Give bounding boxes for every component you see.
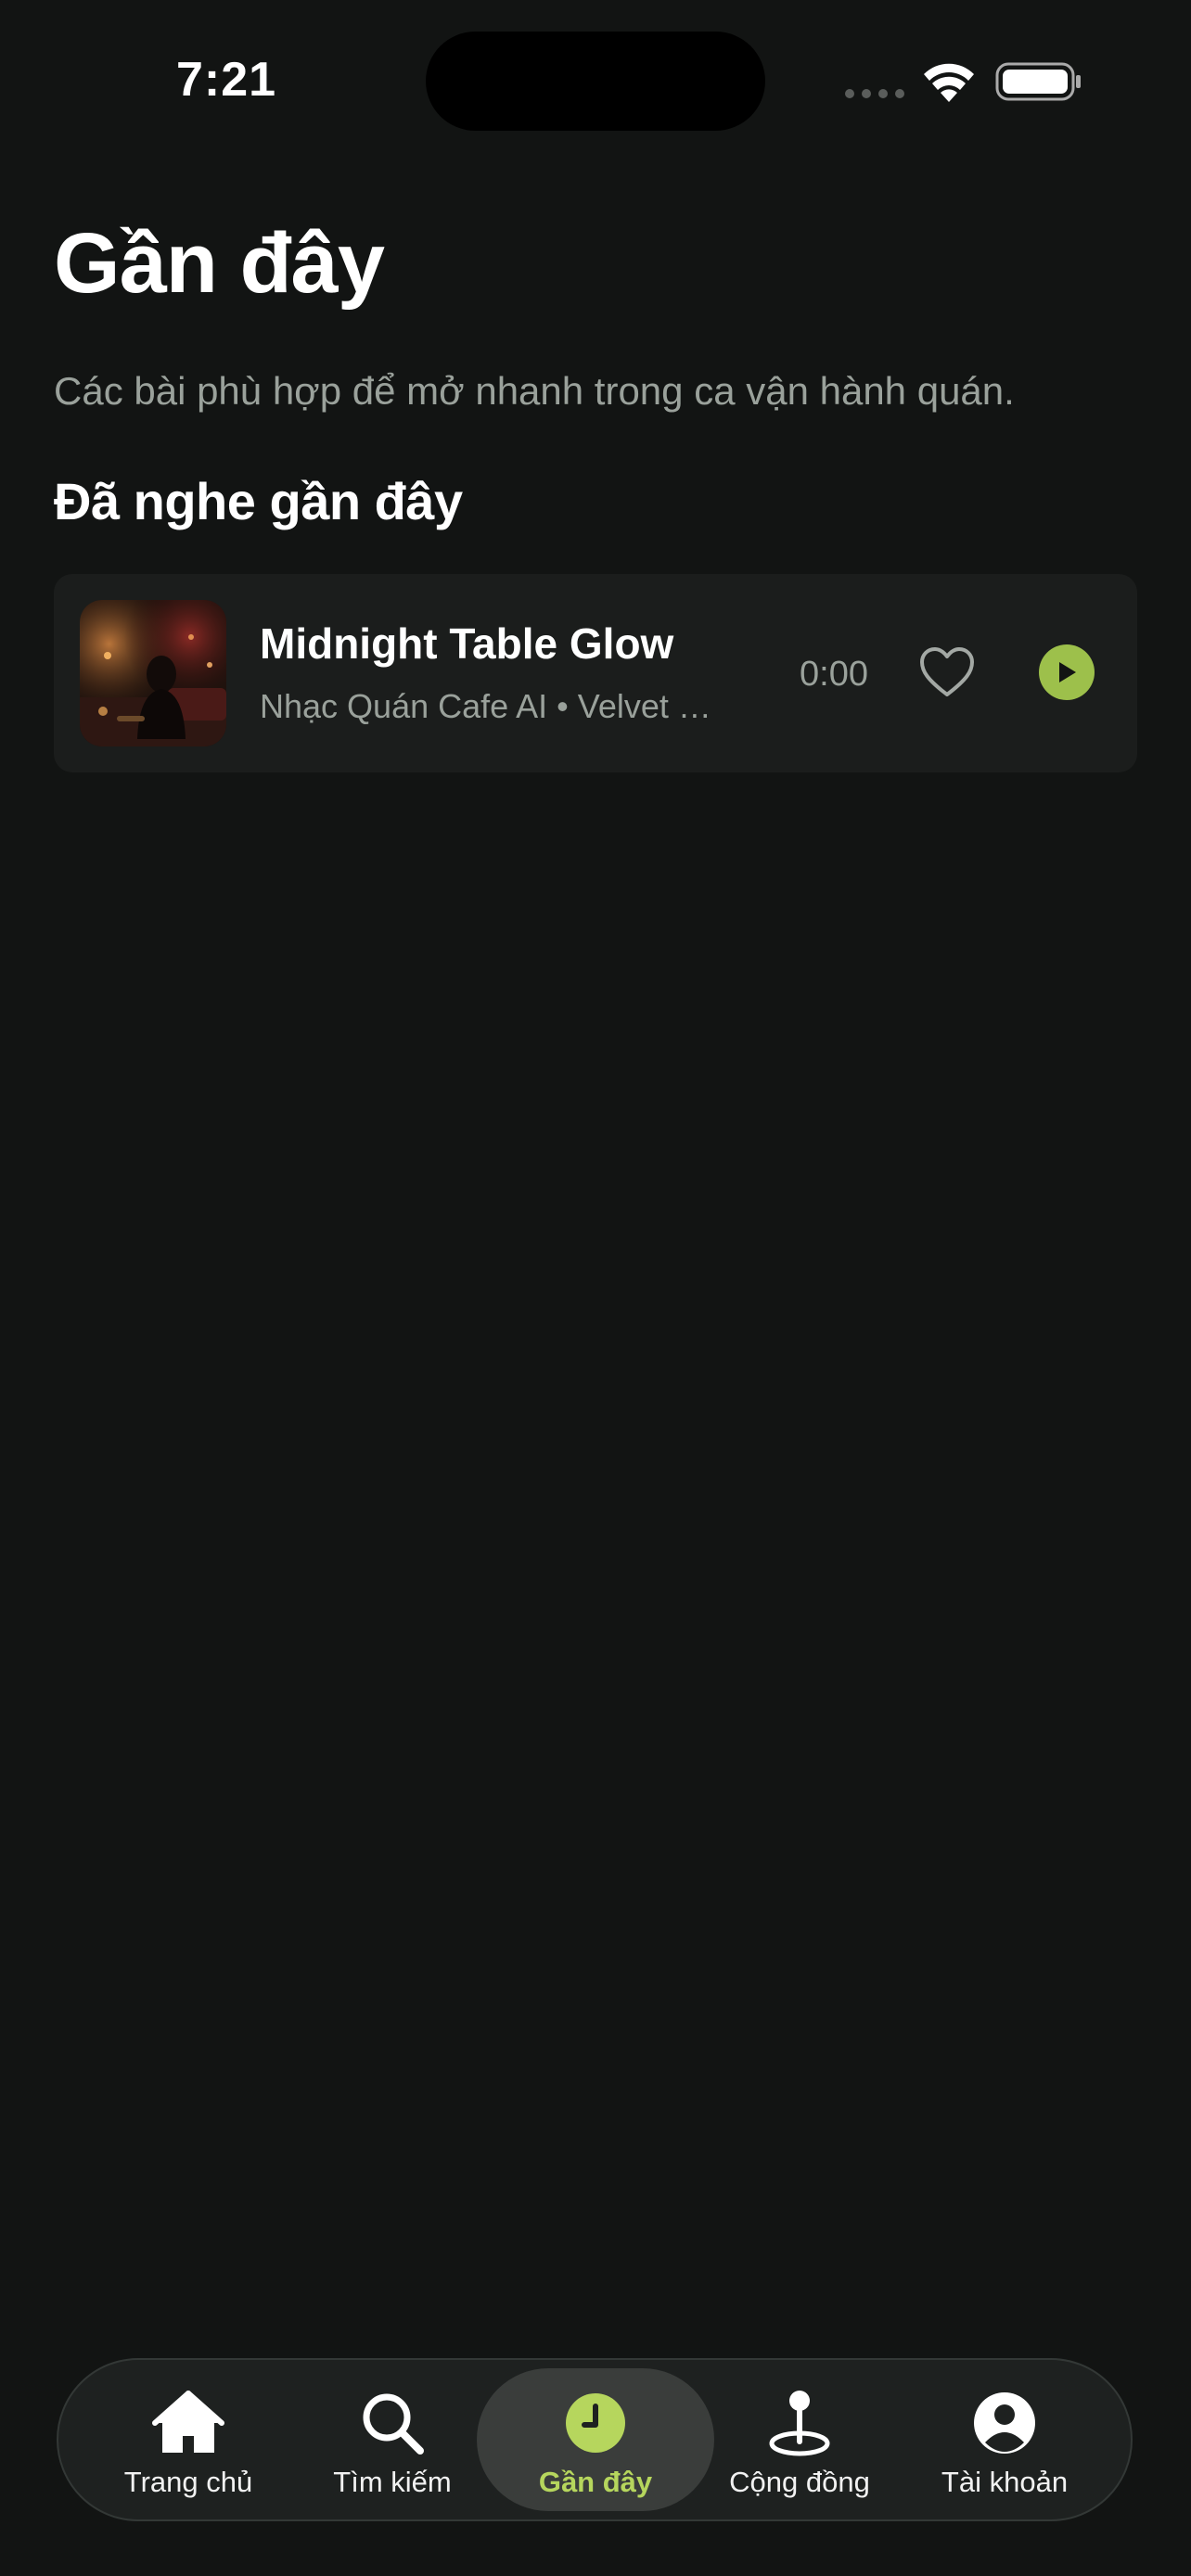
clock-icon bbox=[558, 2386, 633, 2460]
track-artist-album: Nhạc Quán Cafe AI • Velvet Lounge bbox=[260, 687, 714, 725]
tab-label: Trang chủ bbox=[123, 2466, 253, 2498]
tab-recent[interactable]: Gần đây bbox=[493, 2360, 698, 2519]
track-title: Midnight Table Glow bbox=[260, 619, 674, 668]
tab-account[interactable]: Tài khoản bbox=[903, 2360, 1107, 2519]
track-duration: 0:00 bbox=[800, 655, 868, 694]
tab-community[interactable]: Cộng đồng bbox=[698, 2360, 902, 2519]
page-subtitle: Các bài phù hợp để mở nhanh trong ca vận… bbox=[54, 369, 1015, 413]
page-title: Gần đây bbox=[54, 216, 385, 311]
map-pin-icon bbox=[762, 2386, 837, 2460]
tab-label: Cộng đồng bbox=[729, 2466, 870, 2498]
like-button[interactable] bbox=[918, 640, 976, 705]
user-icon bbox=[967, 2386, 1042, 2460]
tab-home[interactable]: Trang chủ bbox=[86, 2360, 290, 2519]
dynamic-island bbox=[426, 32, 765, 131]
play-icon bbox=[1059, 662, 1076, 682]
heart-icon bbox=[920, 647, 974, 696]
play-button[interactable] bbox=[1039, 644, 1095, 700]
section-title-recently-played: Đã nghe gần đây bbox=[54, 472, 463, 530]
tab-label: Tìm kiếm bbox=[333, 2466, 452, 2498]
battery-icon bbox=[995, 62, 1081, 101]
search-icon bbox=[355, 2386, 429, 2460]
status-time: 7:21 bbox=[176, 53, 277, 107]
track-row[interactable]: Midnight Table Glow Nhạc Quán Cafe AI • … bbox=[54, 574, 1137, 772]
tab-search[interactable]: Tìm kiếm bbox=[290, 2360, 494, 2519]
track-cover-art bbox=[80, 600, 226, 746]
tab-label: Gần đây bbox=[538, 2466, 653, 2498]
tab-label: Tài khoản bbox=[941, 2466, 1069, 2498]
bottom-tab-bar: Trang chủ Tìm kiếm Gần đây Cộng đồng Tài… bbox=[57, 2358, 1133, 2521]
cellular-signal-icon bbox=[845, 89, 904, 98]
wifi-icon bbox=[924, 63, 974, 102]
home-icon bbox=[151, 2386, 225, 2460]
